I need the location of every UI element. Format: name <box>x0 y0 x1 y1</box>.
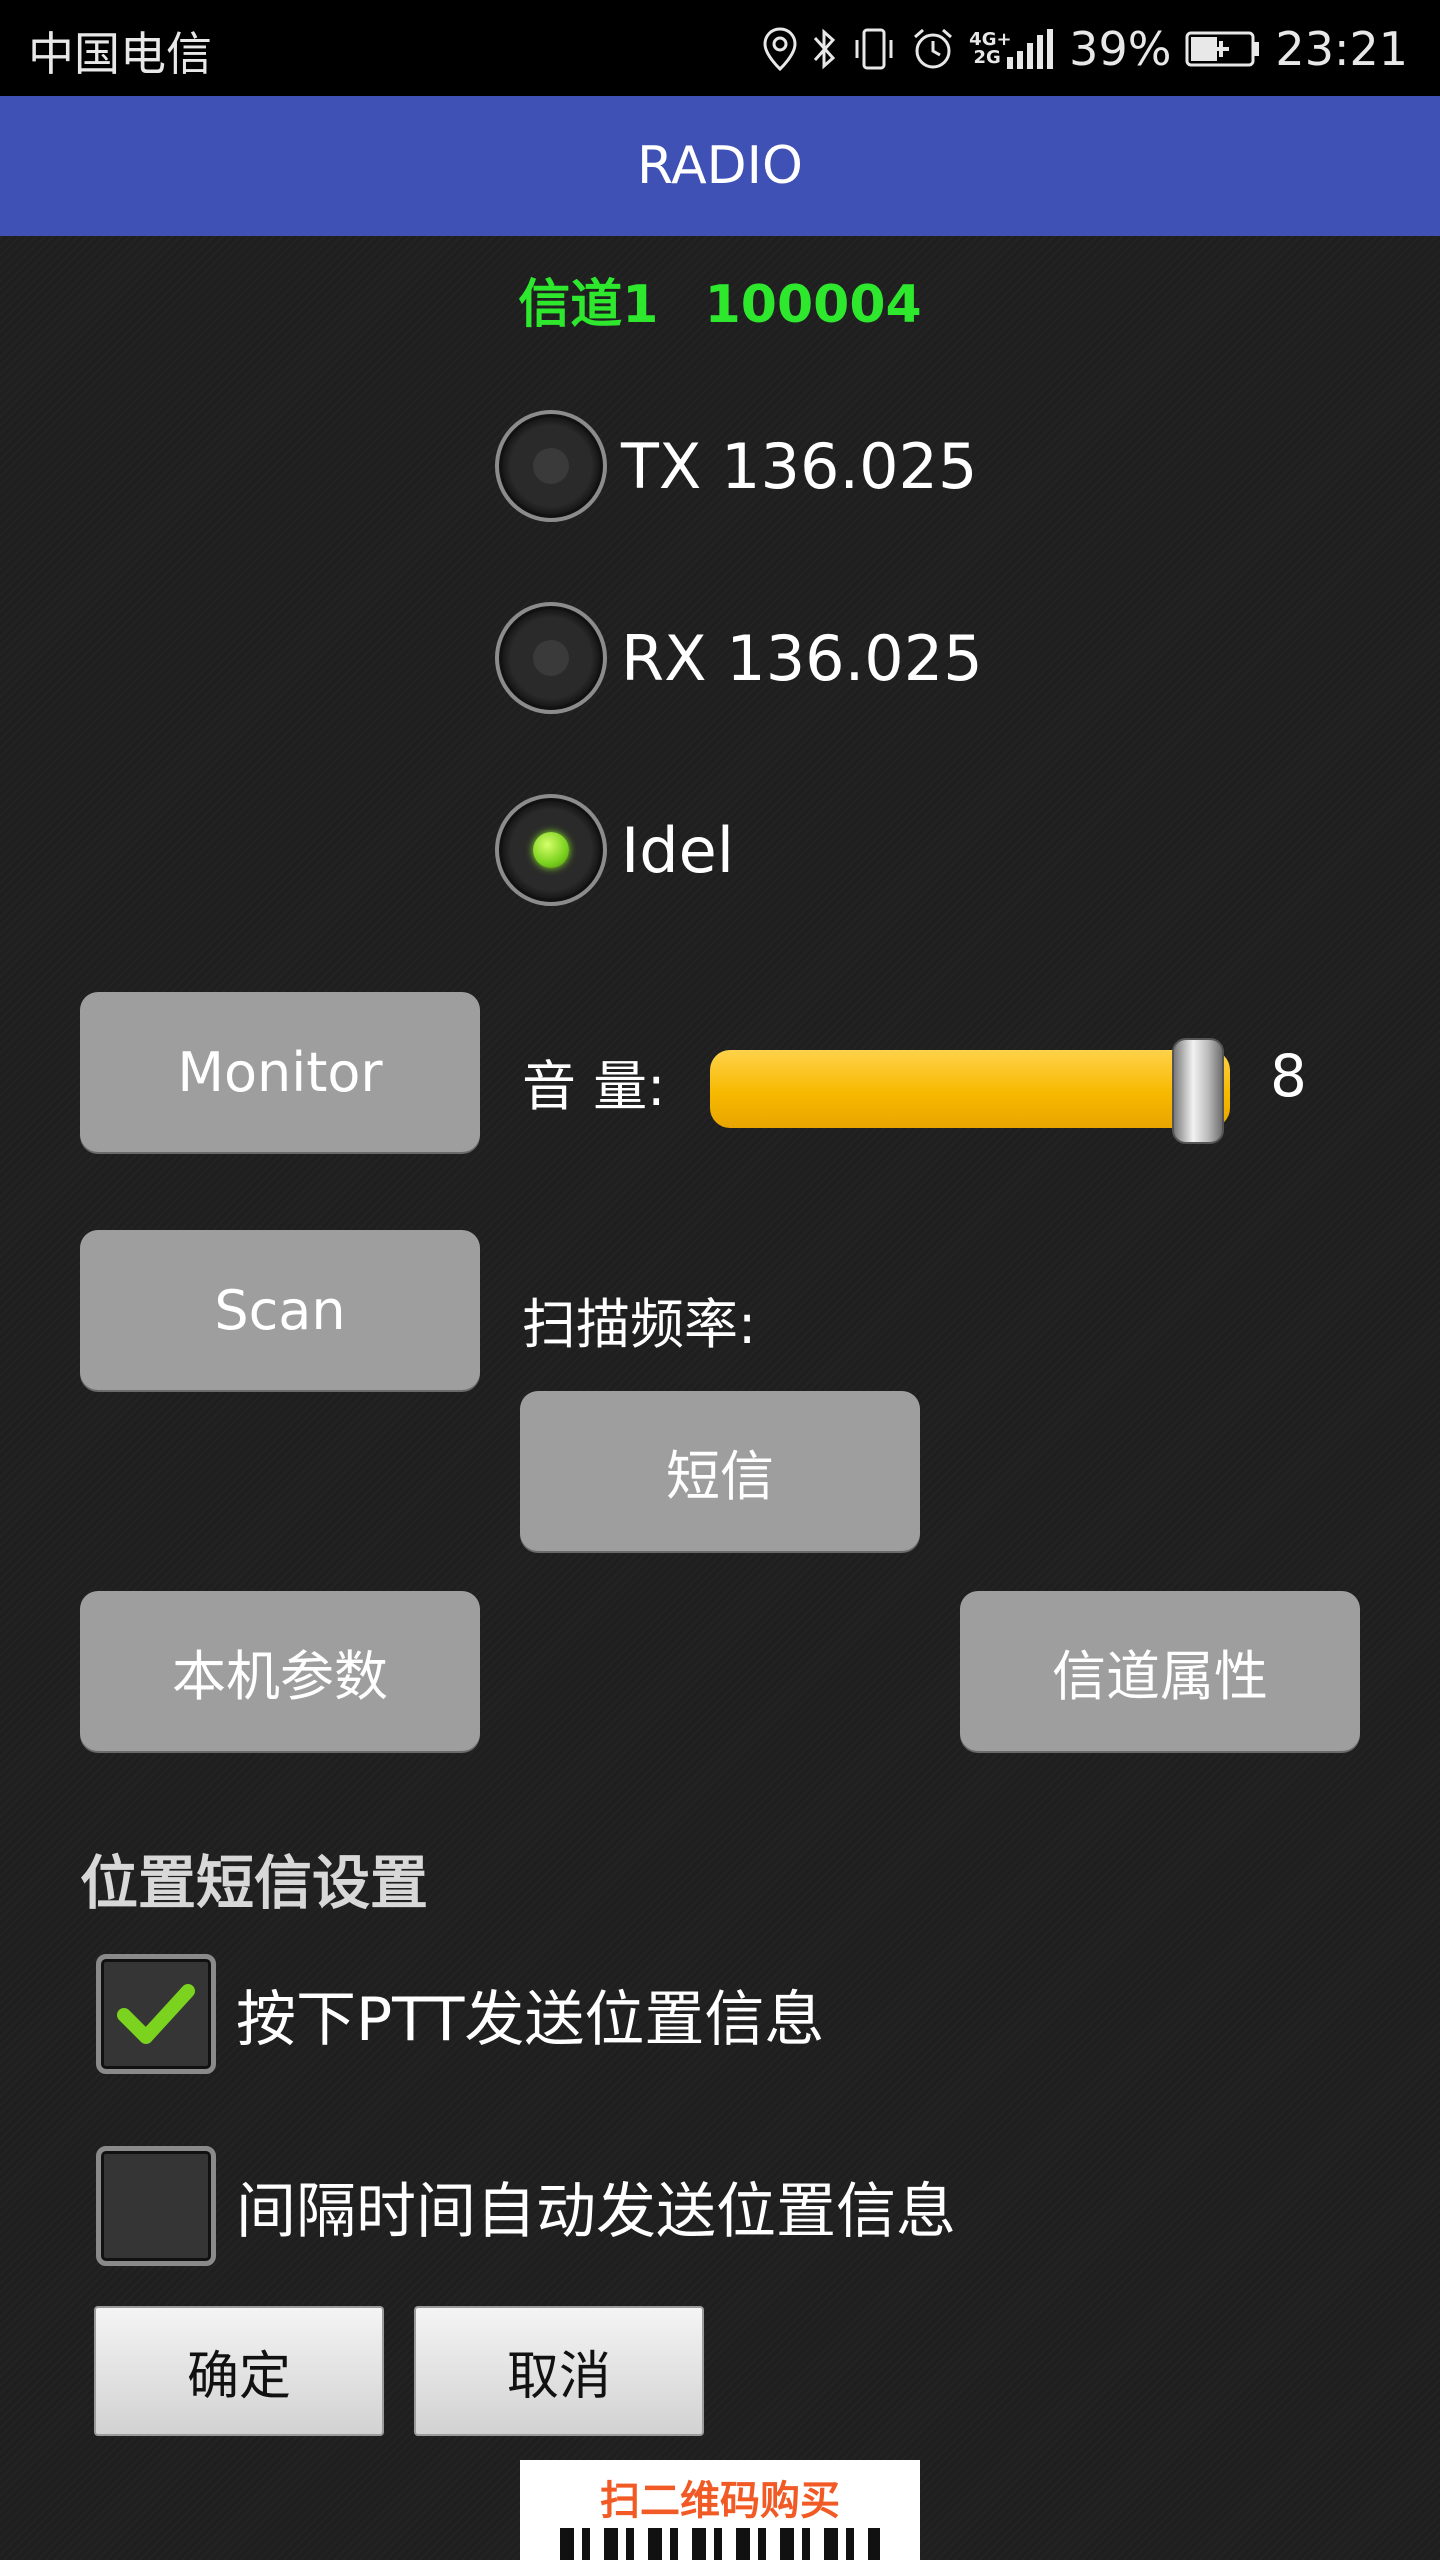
alarm-icon <box>911 27 955 71</box>
bluetooth-icon <box>811 26 837 72</box>
monitor-button[interactable]: Monitor <box>80 992 480 1152</box>
carrier-name: 中国电信 <box>28 27 212 81</box>
qr-ad-text: 扫二维码购买 <box>600 2478 840 2524</box>
option-interval-checkbox[interactable] <box>96 2146 216 2266</box>
option-interval-row[interactable]: 间隔时间自动发送位置信息 <box>96 2146 956 2266</box>
vibrate-icon <box>851 26 897 72</box>
scan-button[interactable]: Scan <box>80 1230 480 1390</box>
channel-props-button[interactable]: 信道属性 <box>960 1591 1360 1751</box>
qr-code-image <box>560 2528 880 2560</box>
radio-rx-indicator[interactable] <box>495 602 607 714</box>
clock-time: 23:21 <box>1275 22 1408 76</box>
volume-value: 8 <box>1270 1042 1307 1110</box>
radio-tx-indicator[interactable] <box>495 410 607 522</box>
radio-idle-label: Idel <box>621 813 735 887</box>
channel-name: 信道1 <box>518 275 659 335</box>
battery-icon <box>1185 29 1261 69</box>
radio-rx-label: RX 136.025 <box>621 621 983 695</box>
section-title: 位置短信设置 <box>80 1849 429 1917</box>
channel-info: 信道1 100004 <box>0 262 1440 337</box>
confirm-button[interactable]: 确定 <box>94 2306 384 2436</box>
cancel-button[interactable]: 取消 <box>414 2306 704 2436</box>
option-interval-label: 间隔时间自动发送位置信息 <box>236 2176 956 2247</box>
volume-slider-thumb[interactable] <box>1172 1038 1224 1144</box>
radio-tx[interactable]: TX 136.025 <box>495 410 977 522</box>
option-ptt-row[interactable]: 按下PTT发送位置信息 <box>96 1954 824 2074</box>
location-icon <box>763 27 797 71</box>
sms-button[interactable]: 短信 <box>520 1391 920 1551</box>
status-icons: 4G+ 2G 39% 23:21 <box>763 14 1408 84</box>
local-params-button[interactable]: 本机参数 <box>80 1591 480 1751</box>
qr-ad-banner[interactable]: 扫二维码购买 <box>520 2460 920 2560</box>
option-ptt-label: 按下PTT发送位置信息 <box>236 1984 825 2055</box>
radio-idle-indicator[interactable] <box>495 794 607 906</box>
battery-percent: 39% <box>1069 22 1172 76</box>
app-bar: RADIO <box>0 96 1440 236</box>
scan-frequency-label: 扫描频率: <box>522 1293 757 1356</box>
channel-number: 100004 <box>704 275 922 335</box>
radio-rx[interactable]: RX 136.025 <box>495 602 983 714</box>
checkmark-icon <box>117 1984 195 2044</box>
signal-icon: 4G+ 2G <box>969 27 1055 71</box>
option-ptt-checkbox[interactable] <box>96 1954 216 2074</box>
radio-idle[interactable]: Idel <box>495 794 734 906</box>
status-bar: 中国电信 4G+ 2G 39% 23:21 <box>0 0 1440 96</box>
app-title: RADIO <box>637 136 803 196</box>
volume-slider[interactable] <box>710 1050 1230 1128</box>
volume-label: 音 量: <box>522 1055 666 1118</box>
radio-tx-label: TX 136.025 <box>621 429 978 503</box>
